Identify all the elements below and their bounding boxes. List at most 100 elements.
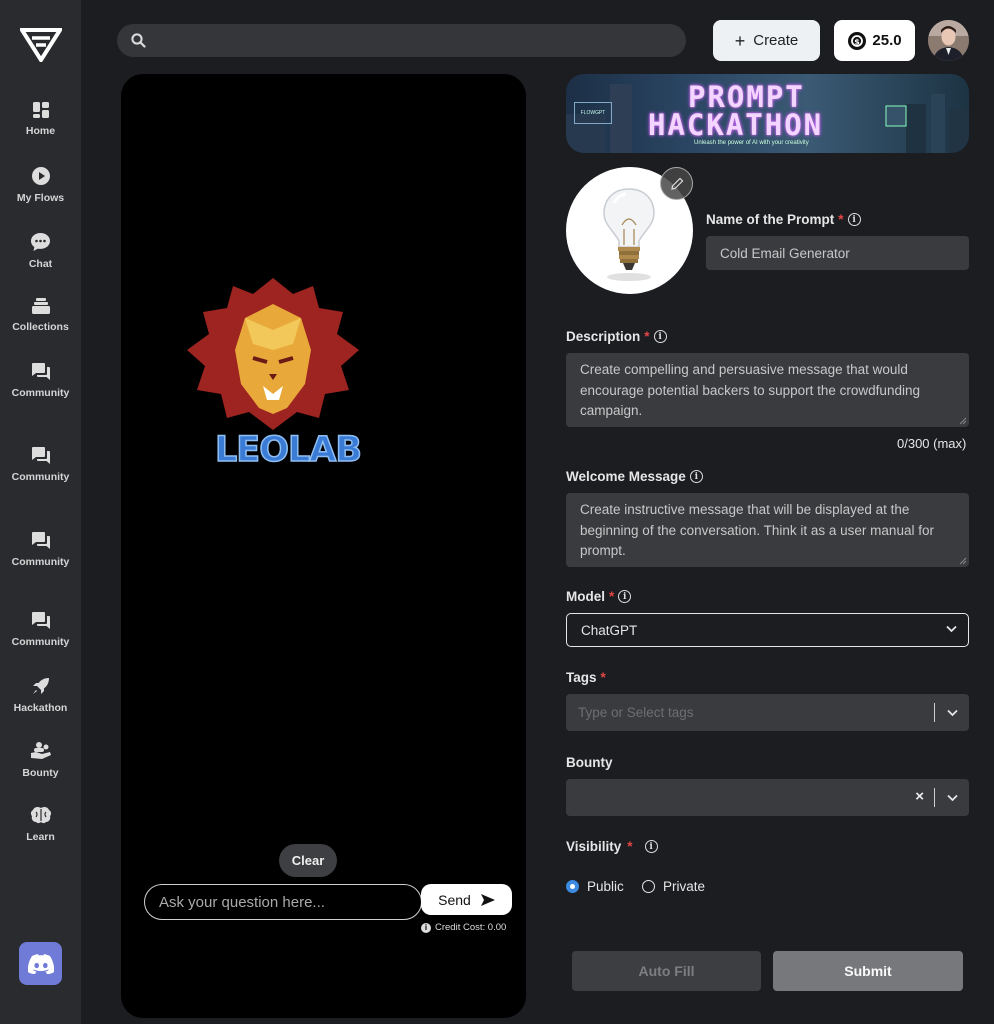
required-mark: * (644, 329, 650, 344)
welcome-message-label: Welcome Message i (566, 469, 703, 484)
model-label-text: Model (566, 589, 605, 604)
welcome-placeholder: Create instructive message that will be … (580, 502, 934, 558)
credit-cost-info: i Credit Cost: 0.00 (421, 922, 506, 933)
sidebar: Home My Flows Chat Collections Community… (0, 0, 81, 1024)
sidebar-item-collections[interactable]: Collections (0, 297, 81, 333)
bounty-icon (30, 742, 51, 759)
home-icon (32, 102, 49, 118)
chevron-down-icon[interactable] (947, 794, 958, 802)
resize-handle-icon[interactable] (959, 417, 967, 425)
auto-fill-button[interactable]: Auto Fill (572, 951, 761, 991)
required-mark: * (609, 589, 615, 604)
sidebar-item-label: Chat (28, 258, 53, 270)
radio-public-label: Public (587, 879, 624, 894)
community-icon (31, 612, 50, 629)
sidebar-item-community-4[interactable]: Community (0, 611, 81, 648)
prompt-name-input[interactable]: Cold Email Generator (706, 236, 969, 270)
sidebar-item-home[interactable]: Home (0, 101, 81, 137)
bounty-label: Bounty (566, 755, 613, 770)
info-icon[interactable]: i (689, 470, 703, 483)
user-avatar-image (928, 20, 969, 61)
description-counter: 0/300 (max) (897, 436, 967, 451)
search-icon (131, 33, 146, 48)
description-label: Description * i (566, 329, 667, 344)
send-button[interactable]: Send (421, 884, 512, 915)
info-icon[interactable]: i (653, 330, 667, 343)
submit-button[interactable]: Submit (773, 951, 963, 991)
radio-public[interactable]: Public (566, 879, 624, 894)
model-select[interactable]: ChatGPT (566, 613, 969, 647)
chevron-down-icon[interactable] (947, 709, 958, 717)
sidebar-item-label: Collections (12, 321, 69, 333)
rocket-icon (32, 678, 49, 694)
sidebar-item-label: Learn (26, 831, 55, 843)
sidebar-item-learn[interactable]: Learn (0, 806, 81, 843)
sidebar-item-community-3[interactable]: Community (0, 531, 81, 568)
chevron-down-icon (946, 625, 957, 633)
svg-text:$: $ (855, 37, 861, 46)
stack-icon (31, 298, 50, 314)
ask-question-input[interactable]: Ask your question here... (144, 884, 422, 920)
sidebar-item-label: Home (25, 125, 56, 137)
search-bar[interactable] (117, 24, 686, 57)
description-textarea[interactable]: Create compelling and persuasive message… (566, 353, 969, 427)
flowgpt-logo[interactable] (20, 26, 62, 62)
edit-image-button[interactable] (660, 167, 693, 200)
flowgpt-banner-tag: FLOWGPT (574, 102, 612, 124)
visibility-label-text: Visibility (566, 839, 622, 854)
banner-title-line2: HACKATHON (648, 108, 824, 142)
send-button-label: Send (438, 891, 471, 908)
radio-selected-icon (566, 880, 579, 893)
welcome-label-text: Welcome Message (566, 469, 686, 484)
sidebar-item-label: Community (11, 471, 70, 483)
create-button-label: Create (753, 32, 799, 49)
prompt-name-label-text: Name of the Prompt (706, 212, 835, 227)
chat-preview-panel: LEOLAB Clear Ask your question here... S… (121, 74, 526, 1018)
tags-select[interactable]: Type or Select tags (566, 694, 969, 731)
sidebar-item-label: Community (11, 556, 70, 568)
required-mark: * (627, 839, 633, 854)
bounty-select[interactable]: × (566, 779, 969, 816)
sidebar-item-my-flows[interactable]: My Flows (0, 166, 81, 204)
sidebar-item-community-2[interactable]: Community (0, 446, 81, 483)
clear-icon[interactable]: × (915, 788, 924, 805)
resize-handle-icon[interactable] (959, 557, 967, 565)
radio-private[interactable]: Private (642, 879, 705, 894)
credit-cost-text: Credit Cost: 0.00 (435, 922, 507, 933)
tags-placeholder: Type or Select tags (578, 705, 694, 720)
plus-icon: + (734, 30, 746, 51)
info-icon[interactable]: i (644, 840, 658, 853)
credits-value: 25.0 (872, 32, 902, 49)
welcome-message-textarea[interactable]: Create instructive message that will be … (566, 493, 969, 567)
description-label-text: Description (566, 329, 641, 344)
sidebar-item-community[interactable]: Community (0, 362, 81, 399)
discord-button[interactable] (19, 942, 62, 985)
radio-unselected-icon (642, 880, 655, 893)
tags-label-text: Tags (566, 670, 597, 685)
community-icon (31, 363, 50, 380)
avatar[interactable] (928, 20, 969, 61)
info-icon[interactable]: i (618, 590, 632, 603)
clear-button[interactable]: Clear (279, 844, 337, 877)
sidebar-item-label: Hackathon (13, 702, 68, 714)
sidebar-item-label: Bounty (22, 767, 59, 779)
bounty-label-text: Bounty (566, 755, 613, 770)
community-icon (31, 532, 50, 549)
community-icon (31, 447, 50, 464)
separator (934, 788, 935, 807)
sidebar-item-label: Community (11, 636, 70, 648)
sidebar-item-label: Community (11, 387, 70, 399)
credits-badge[interactable]: $ 25.0 (834, 20, 915, 61)
create-button[interactable]: + Create (713, 20, 820, 61)
pencil-icon (670, 177, 683, 190)
info-icon[interactable]: i (847, 213, 861, 226)
sidebar-item-bounty[interactable]: Bounty (0, 741, 81, 779)
description-placeholder: Create compelling and persuasive message… (580, 362, 920, 418)
coins-icon: $ (848, 31, 867, 50)
sidebar-item-chat[interactable]: Chat (0, 232, 81, 270)
send-arrow-icon (480, 893, 495, 906)
info-icon: i (421, 922, 431, 933)
required-mark: * (600, 670, 606, 685)
hackathon-banner[interactable]: FLOWGPT PROMPT HACKATHON Unleash the pow… (566, 74, 969, 153)
sidebar-item-hackathon[interactable]: Hackathon (0, 676, 81, 714)
